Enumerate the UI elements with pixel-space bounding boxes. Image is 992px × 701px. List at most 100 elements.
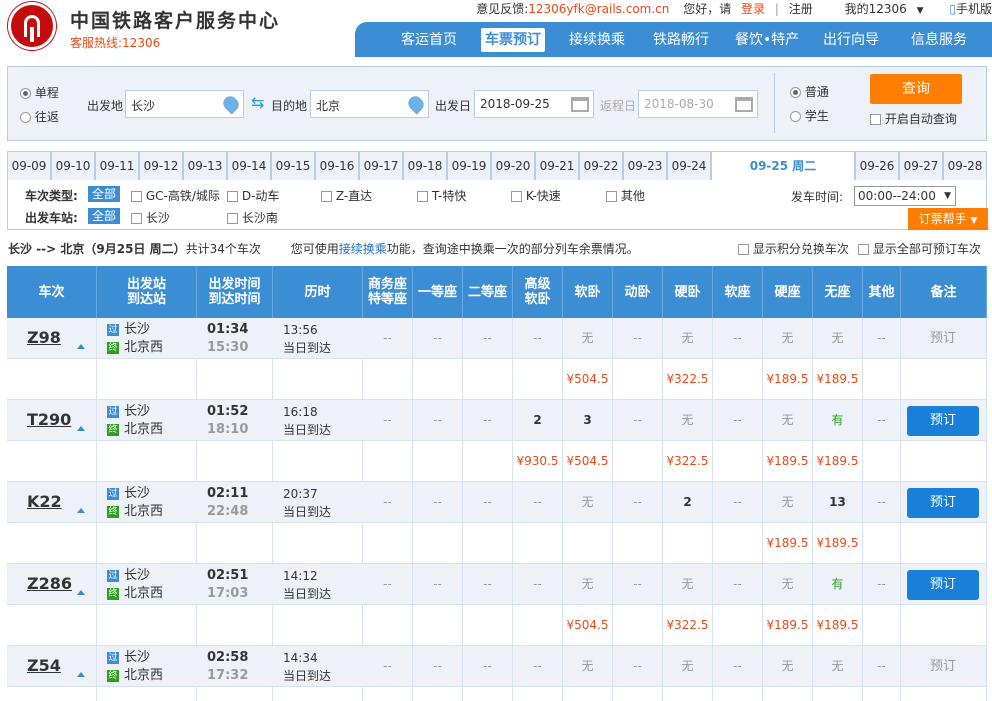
station-all-button[interactable]: 全部	[88, 208, 121, 224]
date-tab[interactable]: 09-10	[51, 151, 95, 181]
return-date-input[interactable]: 2018-08-30	[638, 90, 758, 118]
train-number-link[interactable]: T290	[27, 410, 71, 429]
type-all-button[interactable]: 全部	[88, 186, 121, 202]
register-link[interactable]: 注册	[789, 2, 813, 16]
table-header-cell[interactable]: 软座	[713, 266, 763, 318]
table-header-cell[interactable]: 软卧	[563, 266, 613, 318]
arrive-note: 当日到达	[283, 669, 332, 683]
book-button[interactable]: 预订	[907, 570, 979, 600]
train-number-link[interactable]: Z286	[27, 574, 72, 593]
table-header-cell[interactable]: 动卧	[613, 266, 663, 318]
book-button[interactable]: 预订	[907, 646, 979, 687]
login-link[interactable]: 登录	[741, 2, 765, 16]
table-header-cell[interactable]: 二等座	[463, 266, 513, 318]
table-header-cell[interactable]: 历时	[273, 266, 363, 318]
table-header-cell[interactable]: 车次	[7, 266, 97, 318]
table-cell: --	[713, 318, 763, 359]
chevron-down-icon[interactable]: ▼	[917, 6, 924, 16]
type-filter-other[interactable]: 其他	[606, 187, 645, 204]
seat-availability: --	[433, 413, 442, 427]
table-header-cell[interactable]: 硬卧	[663, 266, 713, 318]
nav-ticket-booking[interactable]: 车票预订	[481, 28, 545, 52]
book-button[interactable]: 预订	[907, 318, 979, 359]
table-cell: --	[363, 646, 413, 687]
date-tab[interactable]: 09-09	[7, 151, 51, 181]
table-header-cell[interactable]: 备注	[901, 266, 987, 318]
nav-rail-travel[interactable]: 铁路畅行	[649, 28, 713, 52]
nav-transfer[interactable]: 接续换乘	[565, 28, 629, 52]
train-number-link[interactable]: Z98	[27, 328, 61, 347]
date-tab[interactable]: 09-26	[855, 151, 899, 181]
to-station-input[interactable]: 北京	[310, 90, 429, 118]
seat-availability: --	[483, 577, 492, 591]
swap-icon[interactable]: ⇆	[251, 95, 264, 111]
date-tab[interactable]: 09-11	[95, 151, 139, 181]
price-cell	[613, 687, 663, 701]
show-bookable-checkbox[interactable]: 显示全部可预订车次	[858, 240, 981, 257]
expand-triangle-icon[interactable]	[77, 426, 85, 431]
auto-query-checkbox[interactable]: 开启自动查询	[870, 110, 957, 127]
expand-triangle-icon[interactable]	[77, 672, 85, 677]
table-header-cell[interactable]: 出发时间 到达时间	[197, 266, 273, 318]
date-tab[interactable]: 09-19	[447, 151, 491, 181]
date-tab[interactable]: 09-14	[227, 151, 271, 181]
from-station-input[interactable]: 长沙	[125, 90, 244, 118]
date-tab[interactable]: 09-17	[359, 151, 403, 181]
expand-triangle-icon[interactable]	[77, 590, 85, 595]
nav-guide[interactable]: 出行向导	[819, 28, 883, 52]
table-header-cell[interactable]: 硬座	[763, 266, 813, 318]
expand-triangle-icon[interactable]	[77, 508, 85, 513]
date-tab[interactable]: 09-20	[491, 151, 535, 181]
seat-availability: --	[483, 659, 492, 673]
type-filter-z[interactable]: Z-直达	[321, 187, 372, 204]
ticket-student-radio[interactable]: 学生	[790, 107, 829, 124]
table-cell: 无	[563, 318, 613, 359]
date-tab[interactable]: 09-21	[535, 151, 579, 181]
date-tab[interactable]: 09-16	[315, 151, 359, 181]
transfer-link[interactable]: 接续换乘	[339, 242, 387, 256]
table-header-cell[interactable]: 出发站 到达站	[97, 266, 197, 318]
type-filter-gc[interactable]: GC-高铁/城际	[131, 187, 220, 204]
nav-home[interactable]: 客运首页	[397, 28, 461, 52]
nav-info[interactable]: 信息服务	[907, 28, 971, 52]
date-tab[interactable]: 09-22	[579, 151, 623, 181]
feedback-email-link[interactable]: 12306yfk@rails.com.cn	[528, 2, 669, 16]
query-button[interactable]: 查询	[870, 74, 962, 104]
ticket-normal-radio[interactable]: 普通	[790, 83, 829, 100]
trip-single-radio[interactable]: 单程	[20, 84, 59, 101]
train-number-link[interactable]: Z54	[27, 656, 61, 675]
depart-time-select[interactable]: 00:00--24:00 ▼	[854, 186, 956, 206]
date-tab[interactable]: 09-25 周二	[711, 151, 855, 181]
date-tab[interactable]: 09-12	[139, 151, 183, 181]
table-header-cell[interactable]: 一等座	[413, 266, 463, 318]
date-tab[interactable]: 09-13	[183, 151, 227, 181]
date-tab[interactable]: 09-24	[667, 151, 711, 181]
expand-triangle-icon[interactable]	[77, 344, 85, 349]
mobile-link[interactable]: 手机版	[956, 2, 992, 16]
table-cell: --	[513, 564, 563, 605]
date-tab[interactable]: 09-28	[943, 151, 987, 181]
table-header-cell[interactable]: 商务座 特等座	[363, 266, 413, 318]
book-button[interactable]: 预订	[907, 488, 979, 518]
my12306-menu[interactable]: 我的12306	[845, 2, 907, 16]
table-header-cell[interactable]: 无座	[813, 266, 863, 318]
table-header-cell[interactable]: 其他	[863, 266, 901, 318]
date-tab[interactable]: 09-18	[403, 151, 447, 181]
station-filter-changsha[interactable]: 长沙	[131, 209, 170, 226]
date-tab[interactable]: 09-15	[271, 151, 315, 181]
depart-date-input[interactable]: 2018-09-25	[474, 90, 594, 118]
train-number-link[interactable]: K22	[27, 492, 62, 511]
book-button[interactable]: 预订	[907, 406, 979, 436]
show-points-checkbox[interactable]: 显示积分兑换车次	[738, 240, 849, 257]
price-cell	[813, 687, 863, 701]
type-filter-k[interactable]: K-快速	[511, 187, 561, 204]
type-filter-t[interactable]: T-特快	[417, 187, 466, 204]
date-tab[interactable]: 09-27	[899, 151, 943, 181]
booking-helper-button[interactable]: 订票帮手 ▼	[908, 208, 988, 230]
trip-round-radio[interactable]: 往返	[20, 108, 59, 125]
station-filter-changshanan[interactable]: 长沙南	[227, 209, 278, 226]
type-filter-d[interactable]: D-动车	[227, 187, 279, 204]
table-header-cell[interactable]: 高级 软卧	[513, 266, 563, 318]
date-tab[interactable]: 09-23	[623, 151, 667, 181]
nav-food[interactable]: 餐饮•特产	[731, 28, 803, 52]
